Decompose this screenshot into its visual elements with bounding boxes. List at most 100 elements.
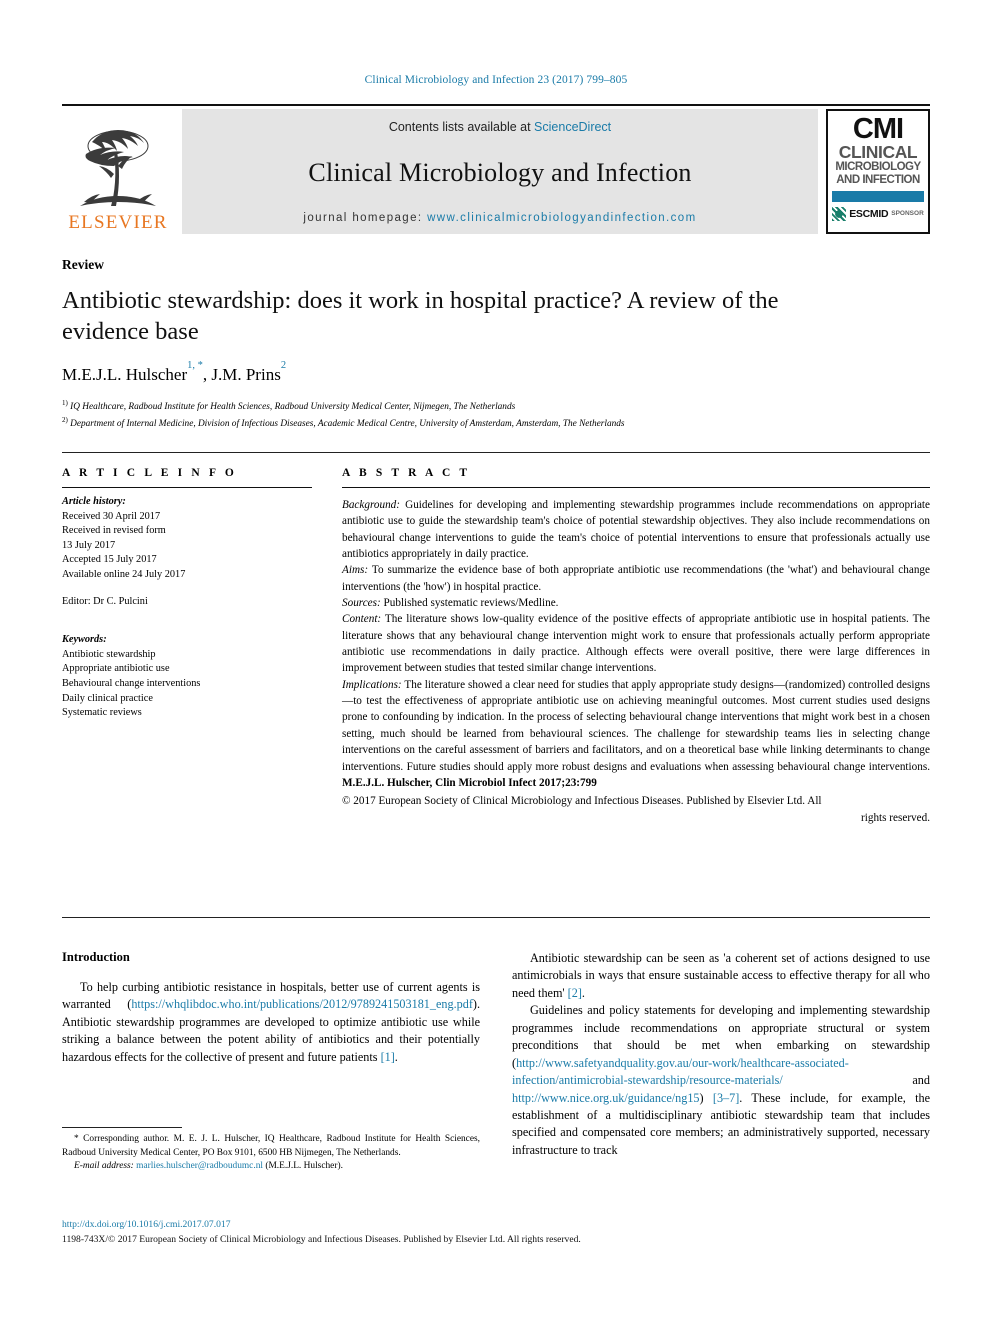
abstract-copyright: © 2017 European Society of Clinical Micr… (342, 793, 930, 826)
abstract-heading: A B S T R A C T (342, 467, 471, 479)
affiliation-item: 2) Department of Internal Medicine, Divi… (62, 415, 892, 432)
body-paragraph: To help curbing antibiotic resistance in… (62, 979, 480, 1066)
abstract-section-text: Guidelines for developing and implementi… (342, 499, 930, 561)
escmid-logo-icon (832, 206, 847, 221)
paragraph-text: ) (699, 1090, 713, 1105)
affiliation-text: IQ Healthcare, Radboud Institute for Hea… (70, 402, 516, 413)
affiliation-text: Department of Internal Medicine, Divisio… (70, 419, 625, 430)
abstract-section-text: The literature shows low-quality evidenc… (342, 613, 930, 675)
journal-homepage-line: journal homepage: www.clinicalmicrobiolo… (303, 212, 696, 224)
abstract-body: Background: Guidelines for developing an… (342, 497, 930, 826)
footnote-email-line: E-mail address: marlies.hulscher@radboud… (62, 1160, 480, 1174)
editor-line: Editor: Dr C. Pulcini (62, 595, 148, 607)
nice-guidance-link[interactable]: http://www.nice.org.uk/guidance/ng15 (512, 1091, 700, 1105)
article-info-abstract-panel: A R T I C L E I N F O Article history: R… (62, 452, 930, 918)
article-info-column: A R T I C L E I N F O Article history: R… (62, 467, 332, 826)
cmi-accent-bar (832, 190, 924, 202)
author-list: M.E.J.L. Hulscher1, *, J.M. Prins2 (62, 359, 287, 384)
article-info-heading: A R T I C L E I N F O (62, 467, 237, 479)
article-history-block: Article history: Received 30 April 2017 … (62, 495, 312, 721)
abstract-section: Background: Guidelines for developing an… (342, 497, 930, 562)
affiliation-mark: 1) (62, 399, 68, 407)
keyword-item: Daily clinical practice (62, 692, 153, 704)
reference-link[interactable]: [2] (568, 986, 582, 1000)
cmi-abbreviation: CMI (852, 113, 904, 145)
history-line: 13 July 2017 (62, 539, 116, 551)
abstract-section-text: Published systematic reviews/Medline. (380, 597, 559, 610)
abstract-section-text: To summarize the evidence base of both a… (342, 564, 930, 593)
running-head: Clinical Microbiology and Infection 23 (… (364, 74, 628, 86)
introduction-heading: Introduction (62, 950, 130, 964)
abstract-section: Aims: To summarize the evidence base of … (342, 562, 930, 595)
abstract-rule (342, 487, 930, 488)
elsevier-tree-icon (80, 130, 156, 206)
abstract-section-label: Background: (342, 499, 400, 511)
escmid-sponsor-label: SPONSOR (891, 210, 924, 218)
history-line: Received in revised form (62, 525, 166, 537)
doi-link[interactable]: http://dx.doi.org/10.1016/j.cmi.2017.07.… (62, 1218, 930, 1233)
contents-lists-line: Contents lists available at ScienceDirec… (389, 120, 611, 134)
abstract-column: A B S T R A C T Background: Guidelines f… (332, 467, 930, 826)
keyword-item: Behavioural change interventions (62, 678, 201, 690)
paragraph-tail: . (581, 985, 585, 1000)
journal-title: Clinical Microbiology and Infection (308, 158, 692, 187)
cmi-line-3: AND INFECTION (836, 173, 920, 186)
cmi-line-1: CLINICAL (838, 141, 918, 162)
keyword-item: Antibiotic stewardship (62, 648, 156, 660)
affiliation-item: 1) IQ Healthcare, Radboud Institute for … (62, 398, 892, 415)
abstract-section-label: Implications: (342, 678, 402, 691)
escmid-wordmark: ESCMID (849, 207, 889, 220)
body-paragraph: Guidelines and policy statements for dev… (512, 1002, 930, 1159)
journal-masthead: ELSEVIER Contents lists available at Sci… (62, 104, 930, 234)
keywords-label: Keywords: (62, 634, 107, 646)
journal-article-page: Clinical Microbiology and Infection 23 (… (0, 0, 992, 1323)
article-info-rule (62, 487, 312, 488)
reference-link[interactable]: [1] (381, 1050, 395, 1064)
affiliation-list: 1) IQ Healthcare, Radboud Institute for … (62, 398, 892, 432)
journal-homepage-link[interactable]: www.clinicalmicrobiologyandinfection.com (427, 212, 696, 224)
abstract-section-text: The literature showed a clear need for s… (342, 678, 930, 773)
author-name: M.E.J.L. Hulscher (62, 365, 188, 384)
history-line: Accepted 15 July 2017 (62, 554, 157, 566)
keyword-item: Appropriate antibiotic use (62, 663, 170, 675)
who-guideline-link[interactable]: https://whqlibdoc.who.int/publications/2… (131, 997, 473, 1011)
escmid-badge: ESCMID SPONSOR (832, 206, 924, 221)
abstract-section-label: Aims: (342, 564, 369, 577)
footnote-text-line: * Corresponding author. M. E. J. L. Huls… (62, 1133, 480, 1160)
page-title: Antibiotic stewardship: does it work in … (62, 287, 779, 346)
elsevier-logo: ELSEVIER (62, 109, 174, 234)
keyword-item: Systematic reviews (62, 707, 142, 719)
homepage-label: journal homepage: (303, 212, 428, 224)
paragraph-tail: . (394, 1049, 398, 1064)
contents-prefix: Contents lists available at (388, 120, 535, 134)
article-history-label: Article history: (62, 496, 126, 507)
abstract-section-label: Content: (342, 613, 382, 626)
abstract-section: Sources: Published systematic reviews/Me… (342, 595, 930, 611)
elsevier-wordmark: ELSEVIER (68, 212, 168, 233)
footnote-rule (62, 1127, 182, 1128)
history-line: Available online 24 July 2017 (62, 569, 186, 581)
article-type-label: Review (62, 257, 104, 272)
page-footer: http://dx.doi.org/10.1016/j.cmi.2017.07.… (62, 1218, 930, 1248)
abstract-section-label: Sources: (342, 597, 381, 610)
email-attribution: (M.E.J.L. Hulscher). (262, 1161, 343, 1172)
abstract-self-citation: M.E.J.L. Hulscher, Clin Microbiol Infect… (342, 776, 597, 789)
body-column-right: Antibiotic stewardship can be seen as 'a… (512, 950, 930, 1159)
footnote-text: Corresponding author. M. E. J. L. Hulsch… (62, 1134, 480, 1158)
reference-link[interactable]: [3–7] (713, 1091, 739, 1105)
corresponding-author-email-link[interactable]: marlies.hulscher@radboudumc.nl (136, 1161, 263, 1171)
copyright-tail: rights reserved. (861, 811, 930, 824)
masthead-center-panel: Contents lists available at ScienceDirec… (182, 109, 818, 234)
email-address-label: E-mail address: (74, 1161, 137, 1172)
body-paragraph: Antibiotic stewardship can be seen as 'a… (512, 950, 930, 1002)
author-marks: 1, * (187, 359, 203, 371)
history-line: Received 30 April 2017 (62, 510, 161, 522)
sciencedirect-link[interactable]: ScienceDirect (534, 120, 611, 134)
copyright-legal-line: 1198-743X/© 2017 European Society of Cli… (62, 1233, 581, 1245)
cmi-line-2: MICROBIOLOGY (835, 161, 921, 174)
cmi-journal-logo: CMI CLINICAL MICROBIOLOGY AND INFECTION … (826, 109, 930, 234)
author-marks: 2 (280, 359, 287, 371)
